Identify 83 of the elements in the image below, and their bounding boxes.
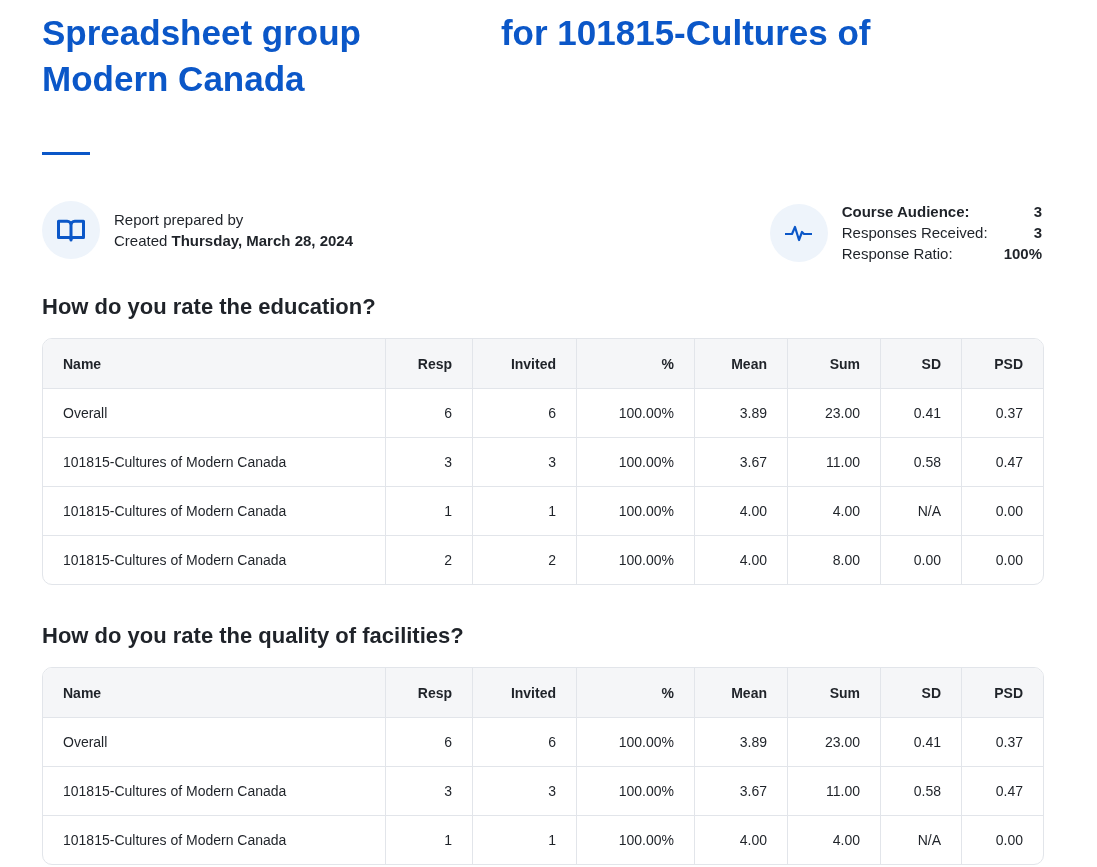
stat-label: Course Audience: xyxy=(841,202,971,222)
stat-label: Responses Received: xyxy=(841,223,988,243)
table-cell: 6 xyxy=(385,389,472,437)
report-title: Spreadsheet group for 101815-Cultures of Modern Canada xyxy=(42,12,872,100)
table-cell: 3 xyxy=(385,767,472,815)
table-cell: 2 xyxy=(385,536,472,584)
table-cell-text: 101815-Cultures of Modern Canada xyxy=(62,551,288,570)
table-cell-text: 101815-Cultures of Modern Canada xyxy=(62,831,288,850)
stat-value: 3 xyxy=(1032,223,1042,243)
column-header: % xyxy=(576,668,694,717)
table-cell: 3.89 xyxy=(694,718,787,766)
table-cell: 23.00 xyxy=(787,389,880,437)
table-cell: 23.00 xyxy=(787,718,880,766)
table-cell: 0.00 xyxy=(880,536,961,584)
table-cell: 3.67 xyxy=(694,438,787,486)
table-cell: 0.47 xyxy=(961,438,1043,486)
column-header: Sum xyxy=(787,339,880,388)
table-cell: 8.00 xyxy=(787,536,880,584)
column-header: Name xyxy=(62,354,103,374)
stat-value: 3 xyxy=(1032,202,1042,222)
table-cell: 6 xyxy=(472,718,576,766)
table-cell: 0.37 xyxy=(961,718,1043,766)
table-cell: 11.00 xyxy=(787,767,880,815)
table-cell: 100.00% xyxy=(576,816,694,864)
question-heading: How do you rate the quality of facilities? xyxy=(42,623,465,649)
table-cell: 0.41 xyxy=(880,389,961,437)
table-cell: N/A xyxy=(880,816,961,864)
table-cell: 100.00% xyxy=(576,767,694,815)
column-header: Sum xyxy=(787,668,880,717)
table-cell: 4.00 xyxy=(694,487,787,535)
table-cell: 100.00% xyxy=(576,718,694,766)
table-cell: 11.00 xyxy=(787,438,880,486)
table-cell: 0.00 xyxy=(961,536,1043,584)
table-cell: 1 xyxy=(385,816,472,864)
column-header: Invited xyxy=(472,668,576,717)
stat-label: Response Ratio: xyxy=(841,244,954,264)
column-header: SD xyxy=(880,668,961,717)
column-header: Mean xyxy=(694,668,787,717)
table-cell: 4.00 xyxy=(694,816,787,864)
table-cell: 0.58 xyxy=(880,438,961,486)
column-header: Resp xyxy=(385,339,472,388)
column-header: PSD xyxy=(961,339,1043,388)
table-cell-text: 101815-Cultures of Modern Canada xyxy=(62,502,288,521)
column-header: Resp xyxy=(385,668,472,717)
created-date-text: Created Thursday, March 28, 2024 xyxy=(114,231,354,251)
table-cell: 1 xyxy=(472,816,576,864)
table-cell: 3.67 xyxy=(694,767,787,815)
table-cell: N/A xyxy=(880,487,961,535)
column-header: PSD xyxy=(961,668,1043,717)
stat-value: 100% xyxy=(1003,244,1042,264)
table-cell: 100.00% xyxy=(576,487,694,535)
table-cell: 4.00 xyxy=(787,487,880,535)
table-cell: 6 xyxy=(385,718,472,766)
table-cell-text: 101815-Cultures of Modern Canada xyxy=(62,453,288,472)
table-cell: 0.00 xyxy=(961,487,1043,535)
table-cell: 1 xyxy=(472,487,576,535)
table-cell-text: Overall xyxy=(62,404,109,423)
table-cell: 1 xyxy=(385,487,472,535)
table-cell: 0.47 xyxy=(961,767,1043,815)
column-header: Invited xyxy=(472,339,576,388)
table-cell: 3 xyxy=(385,438,472,486)
table-cell: 3.89 xyxy=(694,389,787,437)
report-prepared-text: Report prepared by xyxy=(114,210,245,230)
table-cell: 2 xyxy=(472,536,576,584)
column-header: Mean xyxy=(694,339,787,388)
table-cell: 6 xyxy=(472,389,576,437)
table-cell-text: Overall xyxy=(62,733,109,752)
table-cell: 4.00 xyxy=(787,816,880,864)
column-header: Name xyxy=(62,683,103,703)
table-cell: 100.00% xyxy=(576,536,694,584)
column-header: % xyxy=(576,339,694,388)
table-cell: 0.00 xyxy=(961,816,1043,864)
column-header: SD xyxy=(880,339,961,388)
table-cell: 0.41 xyxy=(880,718,961,766)
table-cell: 0.37 xyxy=(961,389,1043,437)
table-cell-text: 101815-Cultures of Modern Canada xyxy=(62,782,288,801)
table-cell: 0.58 xyxy=(880,767,961,815)
table-cell: 100.00% xyxy=(576,389,694,437)
question-heading: How do you rate the education? xyxy=(42,294,377,320)
table-cell: 100.00% xyxy=(576,438,694,486)
table-cell: 3 xyxy=(472,767,576,815)
table-cell: 4.00 xyxy=(694,536,787,584)
table-cell: 3 xyxy=(472,438,576,486)
